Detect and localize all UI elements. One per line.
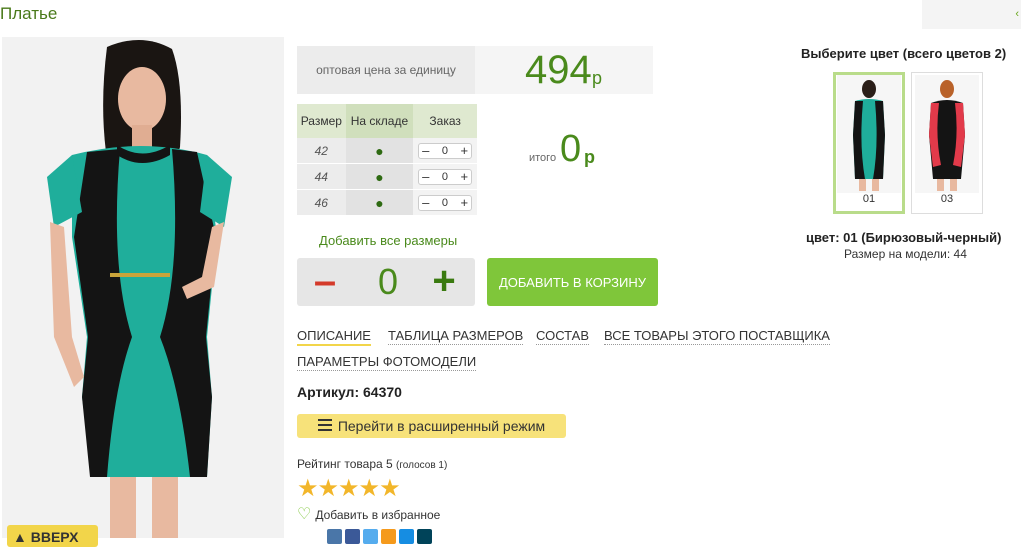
swatch-number: 01 bbox=[862, 193, 876, 205]
stepper-value[interactable]: 0 bbox=[442, 197, 448, 209]
page-title: Платье bbox=[0, 4, 58, 23]
list-icon bbox=[317, 418, 332, 434]
size-cell: 46 bbox=[297, 189, 346, 216]
in-stock-dot: ● bbox=[345, 163, 414, 190]
article-number: Артикул: 64370 bbox=[297, 384, 402, 400]
color-swatch-01[interactable]: 01 bbox=[833, 72, 905, 214]
color-swatch-03[interactable]: 03 bbox=[911, 72, 983, 214]
tab-supplier-products[interactable]: ВСЕ ТОВАРЫ ЭТОГО ПОСТАВЩИКА bbox=[604, 328, 830, 345]
total-label: итого bbox=[529, 152, 557, 164]
price-label: оптовая цена за единицу bbox=[297, 46, 475, 94]
quantity-value[interactable]: 0 bbox=[368, 258, 408, 306]
heart-icon: ♡ bbox=[297, 506, 312, 523]
quantity-stepper[interactable]: – 0 + bbox=[418, 142, 473, 159]
header-size: Размер bbox=[297, 104, 346, 138]
product-photo[interactable] bbox=[2, 37, 284, 538]
rating-label: Рейтинг товара 5 bbox=[297, 457, 393, 471]
swatch-image bbox=[837, 75, 901, 193]
size-cell: 44 bbox=[297, 163, 346, 190]
table-row: 44 ● – 0 + bbox=[297, 163, 477, 190]
rating-text: Рейтинг товара 5 (голосов 1) bbox=[297, 457, 447, 471]
rating-stars[interactable]: ★★★★★ bbox=[297, 474, 401, 503]
in-stock-dot: ● bbox=[345, 189, 414, 216]
vk-icon[interactable] bbox=[327, 529, 342, 544]
total-value: 0 bbox=[560, 128, 582, 170]
plus-icon[interactable]: + bbox=[424, 258, 464, 306]
in-stock-dot: ● bbox=[345, 138, 414, 164]
add-to-favorites[interactable]: ♡ Добавить в избранное bbox=[297, 504, 440, 524]
tab-description[interactable]: ОПИСАНИЕ bbox=[297, 328, 371, 346]
header-stock: На складе bbox=[345, 104, 414, 138]
quantity-stepper[interactable]: – 0 + bbox=[418, 168, 473, 185]
twitter-icon[interactable] bbox=[363, 529, 378, 544]
stepper-value[interactable]: 0 bbox=[442, 145, 448, 157]
swatch-number: 03 bbox=[940, 193, 954, 205]
chevron-left-icon[interactable]: ‹ bbox=[1015, 8, 1019, 20]
plus-icon[interactable]: + bbox=[461, 169, 469, 184]
livejournal-icon[interactable] bbox=[417, 529, 432, 544]
price-currency: р bbox=[592, 68, 603, 88]
tab-composition[interactable]: СОСТАВ bbox=[536, 328, 590, 345]
table-row: 46 ● – 0 + bbox=[297, 189, 477, 216]
top-right-panel[interactable]: ‹ bbox=[922, 0, 1021, 29]
extended-mode-button[interactable]: Перейти в расширенный режим bbox=[297, 414, 566, 438]
extended-mode-label: Перейти в расширенный режим bbox=[337, 418, 546, 434]
color-selector-title: Выберите цвет (всего цветов 2) bbox=[801, 46, 1007, 61]
facebook-icon[interactable] bbox=[345, 529, 360, 544]
dress-model-image bbox=[2, 37, 284, 538]
stepper-value[interactable]: 0 bbox=[442, 171, 448, 183]
minus-icon[interactable]: – bbox=[308, 260, 342, 304]
scroll-up-button[interactable]: ▲ ВВЕРХ bbox=[7, 525, 98, 547]
model-size: Размер на модели: 44 bbox=[844, 247, 967, 261]
tab-model-params[interactable]: ПАРАМЕТРЫ ФОТОМОДЕЛИ bbox=[297, 354, 477, 371]
order-cell: – 0 + bbox=[413, 138, 477, 164]
table-row: 42 ● – 0 + bbox=[297, 138, 477, 164]
add-to-cart-button[interactable]: ДОБАВИТЬ В КОРЗИНУ bbox=[487, 258, 658, 306]
minus-icon[interactable]: – bbox=[422, 169, 429, 184]
social-share bbox=[327, 529, 432, 544]
sizes-table: Размер На складе Заказ 42 ● – 0 + 44 ● –… bbox=[297, 104, 477, 216]
header-order: Заказ bbox=[413, 104, 477, 138]
favorites-label: Добавить в избранное bbox=[315, 508, 441, 522]
price-value: 494 bbox=[525, 48, 592, 92]
rating-votes: (голосов 1) bbox=[396, 460, 448, 471]
order-cell: – 0 + bbox=[413, 189, 477, 216]
total-currency: р bbox=[584, 147, 595, 167]
mailru-icon[interactable] bbox=[399, 529, 414, 544]
plus-icon[interactable]: + bbox=[461, 195, 469, 210]
minus-icon[interactable]: – bbox=[422, 195, 429, 210]
plus-icon[interactable]: + bbox=[461, 143, 469, 158]
swatch-image bbox=[915, 75, 979, 193]
quantity-stepper[interactable]: – 0 + bbox=[418, 194, 473, 211]
order-cell: – 0 + bbox=[413, 163, 477, 190]
selected-color-name: цвет: 01 (Бирюзовый-черный) bbox=[806, 230, 1002, 245]
minus-icon[interactable]: – bbox=[422, 143, 429, 158]
add-all-sizes-link[interactable]: Добавить все размеры bbox=[319, 233, 457, 248]
table-header: Размер На складе Заказ bbox=[297, 104, 477, 138]
tab-size-table[interactable]: ТАБЛИЦА РАЗМЕРОВ bbox=[388, 328, 524, 345]
odnoklassniki-icon[interactable] bbox=[381, 529, 396, 544]
size-cell: 42 bbox=[297, 138, 346, 164]
